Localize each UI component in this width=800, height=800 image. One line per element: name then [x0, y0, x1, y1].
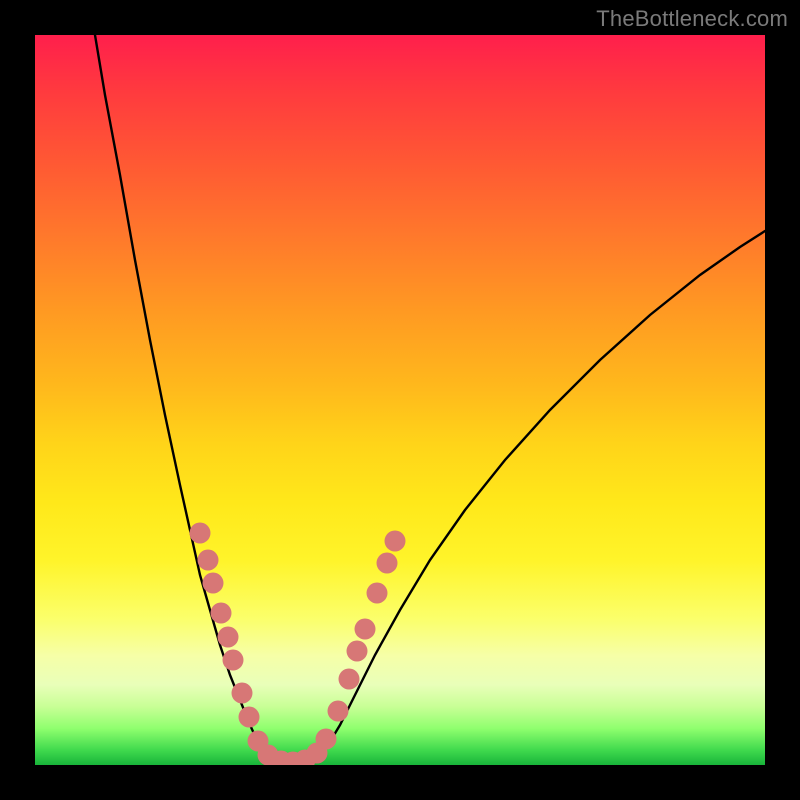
data-dot	[328, 701, 349, 722]
data-dot	[316, 729, 337, 750]
watermark-text: TheBottleneck.com	[596, 6, 788, 32]
data-dot	[339, 669, 360, 690]
curve-layer	[35, 35, 765, 765]
data-dot	[232, 683, 253, 704]
data-dot	[239, 707, 260, 728]
dot-group	[190, 523, 406, 766]
data-dot	[385, 531, 406, 552]
data-dot	[223, 650, 244, 671]
data-dot	[211, 603, 232, 624]
data-dot	[203, 573, 224, 594]
data-dot	[367, 583, 388, 604]
chart-frame: TheBottleneck.com	[0, 0, 800, 800]
data-dot	[190, 523, 211, 544]
bottleneck-curve	[95, 35, 765, 763]
curve-group	[95, 35, 765, 763]
data-dot	[198, 550, 219, 571]
plot-area	[35, 35, 765, 765]
data-dot	[355, 619, 376, 640]
data-dot	[377, 553, 398, 574]
data-dot	[218, 627, 239, 648]
data-dot	[347, 641, 368, 662]
